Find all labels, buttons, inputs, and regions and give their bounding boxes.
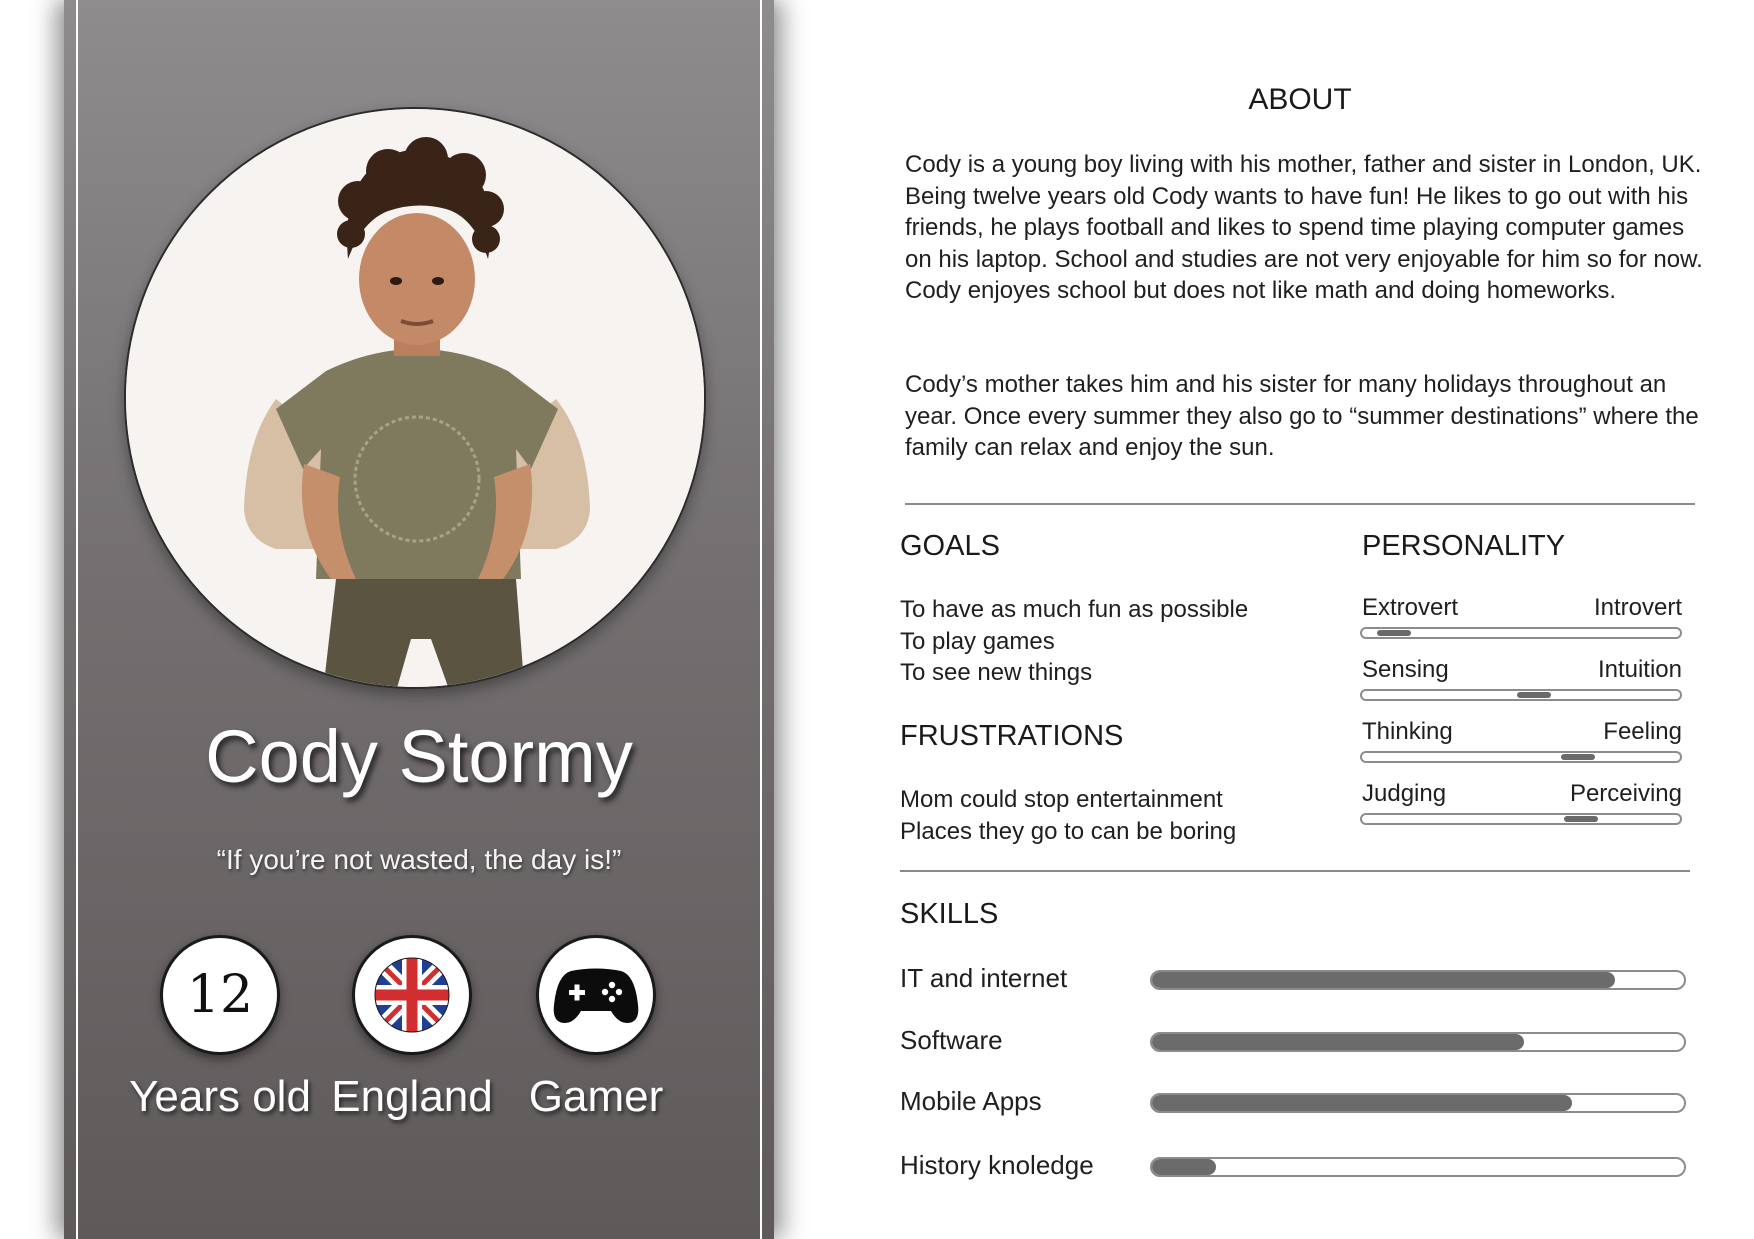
skill-bar-fill	[1152, 972, 1615, 988]
skill-bar	[1150, 1032, 1686, 1052]
persona-card: Cody Stormy “If you’re not wasted, the d…	[64, 0, 774, 1239]
divider	[905, 503, 1695, 505]
trait-slider-knob	[1561, 754, 1596, 760]
trait-slider-track	[1360, 813, 1682, 825]
skill-bar-fill	[1152, 1159, 1216, 1175]
goals-list: To have as much fun as possible To play …	[900, 594, 1248, 689]
trait-slider-knob	[1376, 630, 1411, 636]
trait-slider-track	[1360, 627, 1682, 639]
goal-item: To play games	[900, 627, 1055, 655]
trait-left-label: Sensing	[1362, 656, 1449, 683]
trait-left-label: Judging	[1362, 780, 1447, 807]
persona-name: Cody Stormy	[205, 715, 633, 798]
persona-quote: “If you’re not wasted, the day is!”	[216, 844, 622, 875]
skill-bar-fill	[1152, 1034, 1525, 1050]
trait-thinking-feeling: Thinking Feeling	[1360, 717, 1682, 769]
gamepad-icon	[553, 968, 639, 1023]
about-paragraph-1: Cody is a young boy living with his moth…	[905, 151, 1703, 304]
uk-flag-icon	[374, 957, 450, 1033]
persona-photo	[124, 107, 706, 689]
trait-left-label: Thinking	[1362, 718, 1453, 745]
goal-item: To have as much fun as possible	[900, 596, 1249, 623]
goals-title: GOALS	[900, 530, 1000, 562]
trait-judging-perceiving: Judging Perceiving	[1360, 779, 1682, 831]
card-left-rail	[76, 0, 78, 1239]
divider	[900, 870, 1690, 872]
trait-sensing-intuition: Sensing Intuition	[1360, 655, 1682, 707]
hobby-badge	[536, 935, 656, 1055]
card-right-rail	[760, 0, 762, 1239]
trait-slider-track	[1360, 689, 1682, 701]
country-badge	[352, 935, 472, 1055]
trait-right-label: Perceiving	[1569, 780, 1682, 807]
skill-label: Mobile Apps	[900, 1086, 1042, 1116]
skill-label: IT and internet	[900, 963, 1068, 993]
skill-bar	[1150, 1093, 1686, 1113]
trait-slider-track	[1360, 751, 1682, 763]
about-title: ABOUT	[1248, 83, 1352, 116]
trait-right-label: Intuition	[1597, 656, 1682, 683]
goal-item: To see new things	[900, 659, 1093, 686]
frustration-item: Mom could stop entertainment	[900, 786, 1223, 813]
trait-extrovert-introvert: Extrovert Introvert	[1360, 593, 1682, 645]
trait-slider-knob	[1516, 692, 1551, 698]
trait-right-label: Feeling	[1603, 718, 1682, 745]
trait-left-label: Extrovert	[1362, 594, 1459, 621]
age-badge: 12	[160, 935, 280, 1055]
frustration-item: Places they go to can be boring	[900, 817, 1237, 845]
skill-label: Software	[900, 1025, 1003, 1055]
hobby-label: Gamer	[528, 1072, 664, 1121]
about-paragraph-2: Cody’s mother takes him and his sister f…	[905, 371, 1699, 461]
skill-label: History knoledge	[900, 1150, 1094, 1180]
age-label: Years old	[129, 1072, 311, 1121]
skill-bar	[1150, 1157, 1686, 1177]
frustrations-list: Mom could stop entertainment Places they…	[900, 784, 1236, 847]
trait-slider-knob	[1564, 816, 1599, 822]
personality-title: PERSONALITY	[1362, 530, 1566, 562]
age-value: 12	[186, 965, 254, 1025]
trait-right-label: Introvert	[1593, 594, 1682, 621]
skill-bar-fill	[1152, 1095, 1573, 1111]
skills-title: SKILLS	[900, 898, 999, 930]
child-portrait-image	[126, 109, 704, 687]
frustrations-title: FRUSTRATIONS	[900, 720, 1124, 752]
skill-bar	[1150, 970, 1686, 990]
